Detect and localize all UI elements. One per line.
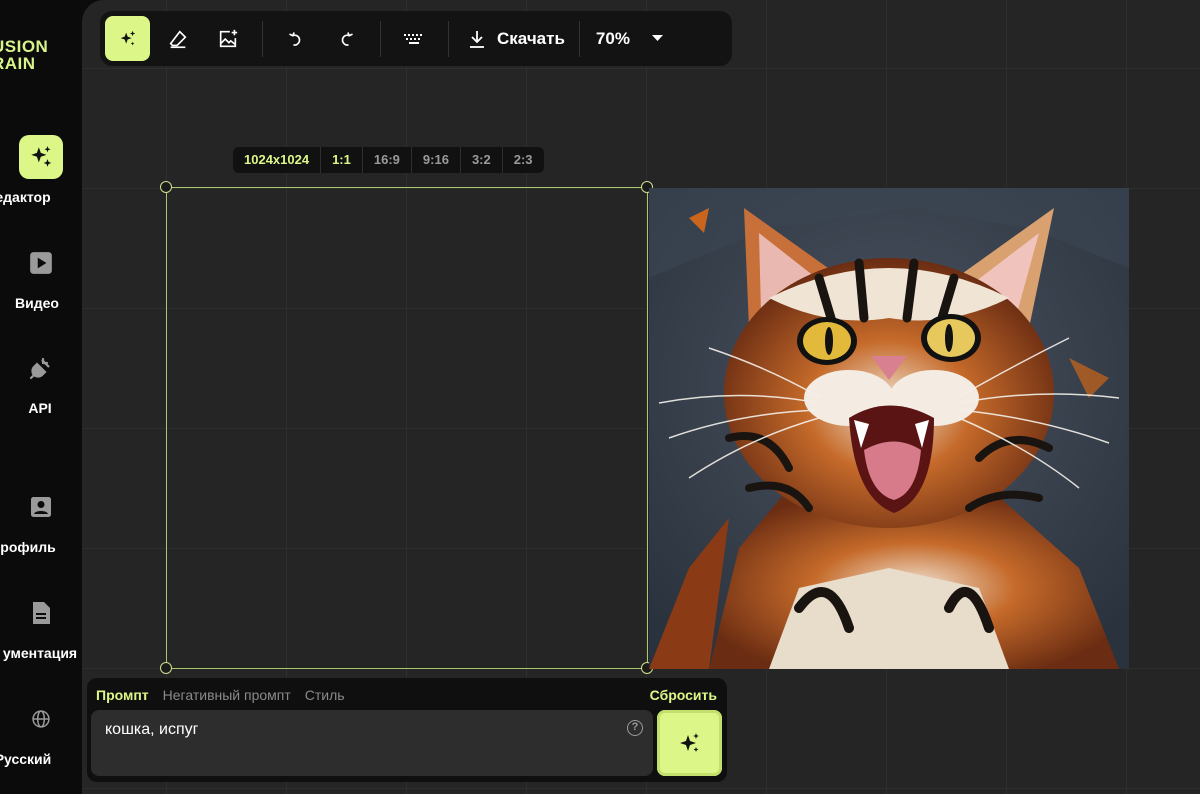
sidebar-item-label: API <box>28 400 52 416</box>
tab-prompt[interactable]: Промпт <box>96 687 149 703</box>
resize-handle-bottom-left[interactable] <box>160 662 172 674</box>
prompt-input[interactable]: кошка, испуг ? <box>91 710 653 776</box>
download-label: Скачать <box>497 28 565 48</box>
sidebar-item-docs[interactable]: ументация <box>0 591 82 661</box>
tab-negative-prompt[interactable]: Негативный промпт <box>163 687 291 703</box>
toolbar-divider <box>380 20 381 57</box>
toolbar: Скачать 70% <box>100 11 732 66</box>
help-icon[interactable]: ? <box>627 720 643 736</box>
sidebar-item-label: ументация <box>2 645 78 661</box>
keyboard-icon <box>403 33 422 44</box>
download-button[interactable]: Скачать <box>459 16 579 61</box>
ratio-1-1[interactable]: 1:1 <box>321 147 363 173</box>
undo-button[interactable] <box>273 16 318 61</box>
logo[interactable]: USION RAIN <box>0 38 82 72</box>
reset-button[interactable]: Сбросить <box>650 687 717 703</box>
sidebar-item-label: едактор <box>0 189 51 205</box>
resize-handle-top-left[interactable] <box>160 181 172 193</box>
sidebar-item-language[interactable]: Русский <box>0 697 82 767</box>
sidebar-item-editor[interactable]: едактор <box>0 135 82 205</box>
undo-icon <box>288 31 300 46</box>
document-icon <box>19 591 63 635</box>
sidebar-item-profile[interactable]: рофиль <box>0 485 82 555</box>
eraser-icon <box>169 29 187 48</box>
sparkles-icon <box>19 135 63 179</box>
size-label[interactable]: 1024x1024 <box>233 147 322 173</box>
chevron-down-icon <box>651 35 663 41</box>
plug-icon <box>19 346 63 390</box>
zoom-value: 70% <box>595 28 630 48</box>
generate-button[interactable] <box>657 710 722 776</box>
sidebar-item-label: Видео <box>15 295 59 311</box>
logo-line-2: RAIN <box>0 54 36 73</box>
tab-style[interactable]: Стиль <box>305 687 345 703</box>
aspect-ratio-bar: 1024x1024 1:1 16:9 9:16 3:2 2:3 <box>233 147 544 173</box>
sidebar: USION RAIN едактор Видео API рофил <box>0 0 82 794</box>
ratio-3-2[interactable]: 3:2 <box>461 147 503 173</box>
generate-tool-button[interactable] <box>105 16 150 61</box>
prompt-panel: Промпт Негативный промпт Стиль Сбросить … <box>87 678 727 782</box>
redo-icon <box>341 31 353 46</box>
sidebar-item-label: рофиль <box>0 539 56 555</box>
prompt-input-value: кошка, испуг <box>105 721 199 738</box>
app-root: USION RAIN едактор Видео API рофил <box>0 0 1200 794</box>
zoom-select[interactable]: 70% <box>580 16 663 61</box>
download-icon <box>470 30 484 48</box>
sidebar-item-api[interactable]: API <box>0 346 82 416</box>
toolbar-divider <box>448 20 449 57</box>
globe-icon <box>19 697 63 741</box>
sparkles-icon <box>120 30 135 45</box>
ratio-9-16[interactable]: 9:16 <box>412 147 461 173</box>
generated-image[interactable] <box>649 188 1129 669</box>
play-icon <box>19 241 63 285</box>
keyboard-shortcuts-button[interactable] <box>391 16 436 61</box>
prompt-tabs: Промпт Негативный промпт Стиль <box>96 687 359 703</box>
add-image-icon <box>219 29 237 47</box>
redo-button[interactable] <box>323 16 368 61</box>
generation-frame[interactable] <box>166 187 648 669</box>
eraser-tool-button[interactable] <box>155 16 200 61</box>
ratio-2-3[interactable]: 2:3 <box>503 147 544 173</box>
profile-icon <box>19 485 63 529</box>
sidebar-item-label: Русский <box>0 751 52 767</box>
sidebar-item-video[interactable]: Видео <box>0 241 82 311</box>
sparkles-icon <box>679 733 699 752</box>
toolbar-divider <box>262 20 263 57</box>
logo-line-1: USION <box>0 37 49 56</box>
add-image-button[interactable] <box>205 16 250 61</box>
ratio-16-9[interactable]: 16:9 <box>363 147 412 173</box>
